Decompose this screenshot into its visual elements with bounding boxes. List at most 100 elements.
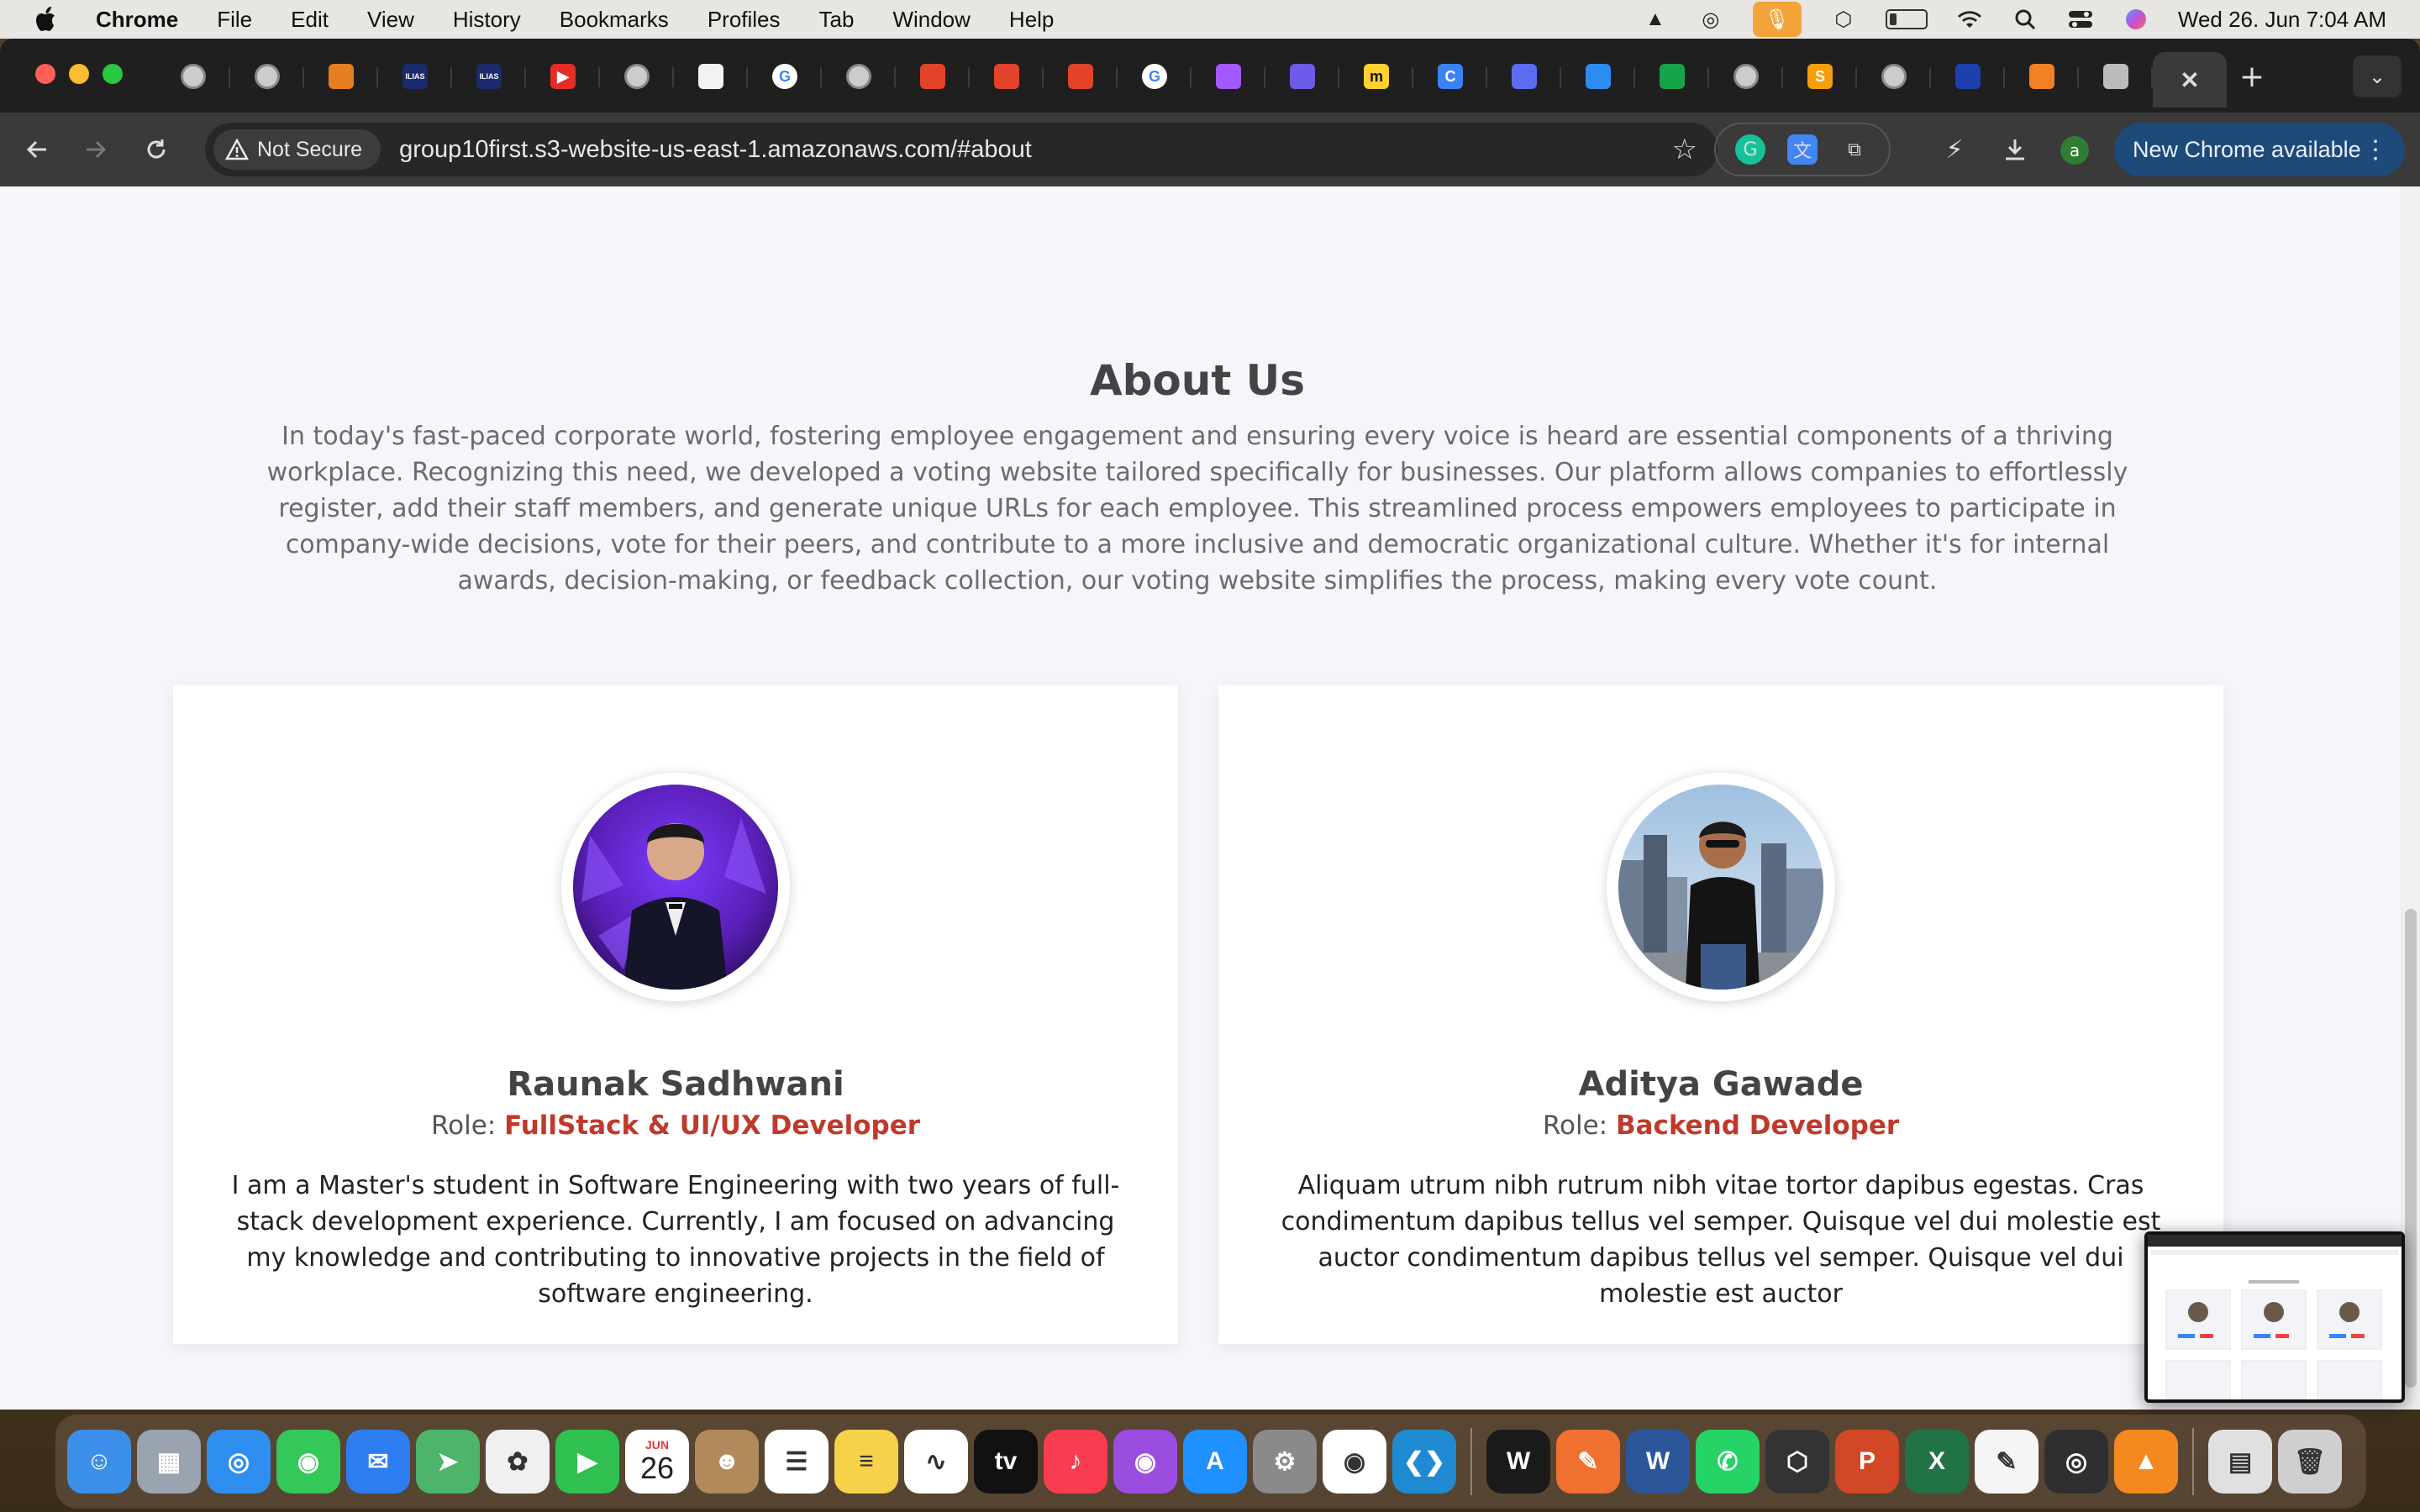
menu-profiles[interactable]: Profiles [708, 7, 781, 33]
url-text[interactable]: group10first.s3-website-us-east-1.amazon… [399, 136, 1032, 164]
freeform-icon[interactable]: ∿ [904, 1430, 968, 1494]
tab-active[interactable]: ✕ [2153, 52, 2227, 108]
wifi-icon[interactable] [1956, 8, 1983, 31]
browser-tab[interactable] [2079, 52, 2153, 101]
appstore-icon[interactable]: A [1183, 1430, 1247, 1494]
browser-tab[interactable] [1635, 52, 1709, 101]
menu-view[interactable]: View [367, 7, 414, 33]
unity-icon[interactable]: ⬡ [1765, 1430, 1829, 1494]
spotlight-search-icon[interactable] [2012, 8, 2039, 31]
reload-icon[interactable] [138, 131, 175, 168]
browser-tab[interactable]: C [1413, 52, 1487, 101]
siri-icon[interactable] [2123, 8, 2149, 31]
browser-tab[interactable] [1192, 52, 1265, 101]
page-scrollbar[interactable] [2400, 186, 2420, 1410]
browser-tab[interactable] [230, 52, 304, 101]
menu-app-name[interactable]: Chrome [96, 7, 178, 33]
excel-icon[interactable]: X [1905, 1430, 1969, 1494]
browser-tab[interactable] [1709, 52, 1783, 101]
calendar-icon[interactable]: JUN 26 [625, 1430, 689, 1494]
browser-tab[interactable]: G [748, 52, 822, 101]
unity-status-icon[interactable]: ⬡ [1830, 8, 1857, 31]
browser-tab[interactable] [1857, 52, 1931, 101]
obs-icon[interactable]: ◎ [2044, 1430, 2108, 1494]
screenshot-thumbnail[interactable] [2144, 1231, 2405, 1403]
apple-menu-icon[interactable] [34, 6, 60, 33]
facetime-icon[interactable]: ▶ [555, 1430, 619, 1494]
back-icon[interactable] [18, 131, 55, 168]
browser-tab[interactable]: ▶ [526, 52, 600, 101]
grammarly-icon[interactable]: G [1735, 134, 1765, 165]
google-translate-icon[interactable]: 文 [1787, 134, 1818, 165]
window-minimize-button[interactable] [69, 64, 89, 84]
menu-help[interactable]: Help [1009, 7, 1054, 33]
menubar-clock[interactable]: Wed 26. Jun 7:04 AM [2178, 7, 2386, 33]
powerpoint-icon[interactable]: P [1835, 1430, 1899, 1494]
browser-tab[interactable]: m [1339, 52, 1413, 101]
browser-tab[interactable] [674, 52, 748, 101]
browser-tab[interactable] [1044, 52, 1118, 101]
trash-icon[interactable]: 🗑 [2278, 1430, 2342, 1494]
microphone-icon[interactable]: 🎙 [1752, 2, 1802, 37]
chrome-update-button[interactable]: New Chrome available ⋮ [2114, 123, 2405, 176]
window-close-button[interactable] [35, 64, 55, 84]
browser-tab[interactable] [1487, 52, 1561, 101]
mail-icon[interactable]: ✉ [346, 1430, 410, 1494]
battery-icon[interactable] [1885, 9, 1928, 29]
browser-tab[interactable] [304, 52, 378, 101]
reminders-icon[interactable]: ☰ [765, 1430, 829, 1494]
browser-tab[interactable]: ILIAS [452, 52, 526, 101]
performance-icon[interactable]: ⚡ [1938, 133, 1971, 166]
menu-window[interactable]: Window [892, 7, 970, 33]
launchpad-icon[interactable]: ▦ [137, 1430, 201, 1494]
close-icon[interactable]: ✕ [2177, 67, 2202, 93]
forward-icon[interactable] [77, 131, 114, 168]
finder-icon[interactable]: ☺ [67, 1430, 131, 1494]
word-icon[interactable]: W [1626, 1430, 1690, 1494]
browser-tab[interactable]: S [1783, 52, 1857, 101]
vlc-icon[interactable]: ▲ [2114, 1430, 2178, 1494]
preview-icon[interactable]: ▤ [2208, 1430, 2272, 1494]
messages-icon[interactable]: ◉ [276, 1430, 340, 1494]
browser-tab[interactable] [156, 52, 230, 101]
browser-tab[interactable] [1931, 52, 2005, 101]
download-icon[interactable] [1998, 133, 2032, 166]
vscode-icon[interactable]: ❮❯ [1392, 1430, 1456, 1494]
menu-file[interactable]: File [217, 7, 252, 33]
settings-icon[interactable]: ⚙ [1253, 1430, 1317, 1494]
menu-bookmarks[interactable]: Bookmarks [560, 7, 669, 33]
obs-status-icon[interactable]: ◎ [1697, 8, 1724, 31]
appletv-icon[interactable]: tv [974, 1430, 1038, 1494]
address-bar[interactable]: Not Secure group10first.s3-website-us-ea… [205, 123, 1718, 176]
maps-icon[interactable]: ➤ [416, 1430, 480, 1494]
pen-app-icon[interactable]: ✎ [1556, 1430, 1620, 1494]
browser-tab[interactable] [2005, 52, 2079, 101]
extensions-puzzle-icon[interactable]: ⧉ [1839, 134, 1870, 165]
browser-tab[interactable] [970, 52, 1044, 101]
browser-tab[interactable] [600, 52, 674, 101]
photos-icon[interactable]: ✿ [486, 1430, 550, 1494]
textedit-icon[interactable]: ✎ [1975, 1430, 2039, 1494]
control-center-icon[interactable] [2067, 8, 2094, 31]
browser-tab[interactable]: G [1118, 52, 1192, 101]
music-icon[interactable]: ♪ [1044, 1430, 1107, 1494]
tab-search-icon[interactable]: ⌄ [2353, 55, 2402, 97]
whatsapp-icon[interactable]: ✆ [1696, 1430, 1760, 1494]
webex-icon[interactable]: W [1486, 1430, 1550, 1494]
more-menu-icon[interactable]: ⋮ [2363, 135, 2388, 165]
browser-tab[interactable] [1561, 52, 1635, 101]
menu-tab[interactable]: Tab [819, 7, 855, 33]
bookmark-star-icon[interactable]: ☆ [1672, 133, 1697, 166]
window-zoom-button[interactable] [103, 64, 123, 84]
menu-edit[interactable]: Edit [291, 7, 329, 33]
menu-history[interactable]: History [453, 7, 521, 33]
safari-icon[interactable]: ◎ [207, 1430, 271, 1494]
site-info-button[interactable]: Not Secure [213, 129, 381, 170]
browser-tab[interactable] [896, 52, 970, 101]
browser-tab[interactable]: ILIAS [378, 52, 452, 101]
browser-tab[interactable] [822, 52, 896, 101]
chrome-icon[interactable]: ◉ [1323, 1430, 1386, 1494]
profile-avatar[interactable]: a [2060, 136, 2089, 165]
scrollbar-thumb[interactable] [2405, 909, 2417, 1388]
notes-icon[interactable]: ≡ [834, 1430, 898, 1494]
